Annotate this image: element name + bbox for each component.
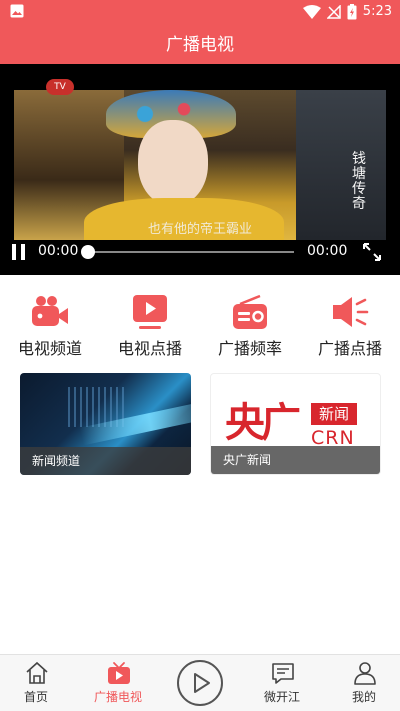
- card-cnr-news[interactable]: 央广 新闻 CRN 央广新闻: [210, 373, 381, 475]
- nav-label: 微开江: [263, 690, 300, 704]
- status-icons: 5:23: [302, 3, 392, 21]
- user-icon: [354, 662, 376, 685]
- page-title: 广播电视: [166, 35, 234, 55]
- home-icon: [26, 661, 48, 684]
- title-bar: 广播电视: [0, 24, 400, 64]
- card-caption: 央广新闻: [211, 446, 380, 474]
- card-news-channel[interactable]: 新闻频道: [20, 373, 191, 475]
- cnr-logo-main: 央广: [225, 399, 301, 446]
- chat-bubble-icon: [272, 663, 294, 684]
- nav-mine[interactable]: 我的: [324, 655, 400, 711]
- show-watermark: 钱塘传奇: [352, 151, 366, 212]
- current-time: 00:00: [38, 243, 79, 259]
- nav-wei-kaijiang[interactable]: 微开江: [242, 655, 322, 711]
- nav-broadcast-tv[interactable]: 广播电视: [78, 655, 158, 711]
- wifi-icon: [302, 5, 321, 19]
- no-signal-icon: [326, 5, 341, 19]
- radio-icon: [233, 294, 267, 329]
- bottom-nav: 首页 广播电视 微开江 我的: [0, 654, 400, 711]
- cnr-logo-tag: 新闻: [311, 403, 357, 425]
- duration-time: 00:00: [307, 243, 348, 259]
- tv-icon: [108, 662, 130, 684]
- nav-label: 我的: [351, 690, 376, 704]
- play-screen-icon: [133, 295, 167, 329]
- action-tv-channel[interactable]: 电视频道: [0, 286, 100, 362]
- pause-button[interactable]: [12, 244, 26, 260]
- play-circle-icon[interactable]: [176, 659, 224, 707]
- action-radio-frequency[interactable]: 广播频率: [200, 286, 300, 362]
- seek-bar[interactable]: [88, 251, 294, 253]
- action-radio-vod[interactable]: 广播点播: [300, 286, 400, 362]
- action-label: 广播点播: [317, 339, 382, 358]
- action-label: 电视频道: [17, 339, 82, 358]
- video-camera-icon: [32, 296, 68, 326]
- card-caption: 新闻频道: [20, 447, 191, 475]
- nav-home[interactable]: 首页: [0, 655, 76, 711]
- nav-label: 首页: [23, 690, 48, 704]
- action-label: 广播频率: [217, 339, 282, 358]
- fullscreen-icon[interactable]: [362, 242, 382, 262]
- actor-face: [138, 120, 208, 206]
- app-root: 5:23 广播电视 钱塘传奇 也有他的帝王霸业 TV 00:00 00:00 电…: [0, 0, 400, 711]
- nav-label: 广播电视: [93, 690, 142, 704]
- channel-logo: TV: [46, 79, 74, 95]
- action-label: 电视点播: [117, 339, 182, 358]
- seek-handle[interactable]: [81, 245, 95, 259]
- quick-actions: 电视频道 电视点播 广播频率 广播点播: [0, 286, 400, 362]
- player-controls: 00:00 00:00: [0, 234, 400, 270]
- status-bar: 5:23: [0, 0, 400, 24]
- speaker-icon: [333, 297, 369, 327]
- video-frame: 钱塘传奇 也有他的帝王霸业: [14, 90, 386, 240]
- video-player[interactable]: 钱塘传奇 也有他的帝王霸业 TV 00:00 00:00: [0, 64, 400, 275]
- action-tv-vod[interactable]: 电视点播: [100, 286, 200, 362]
- battery-charging-icon: [347, 4, 357, 20]
- status-time: 5:23: [362, 4, 392, 19]
- image-icon: [10, 4, 24, 18]
